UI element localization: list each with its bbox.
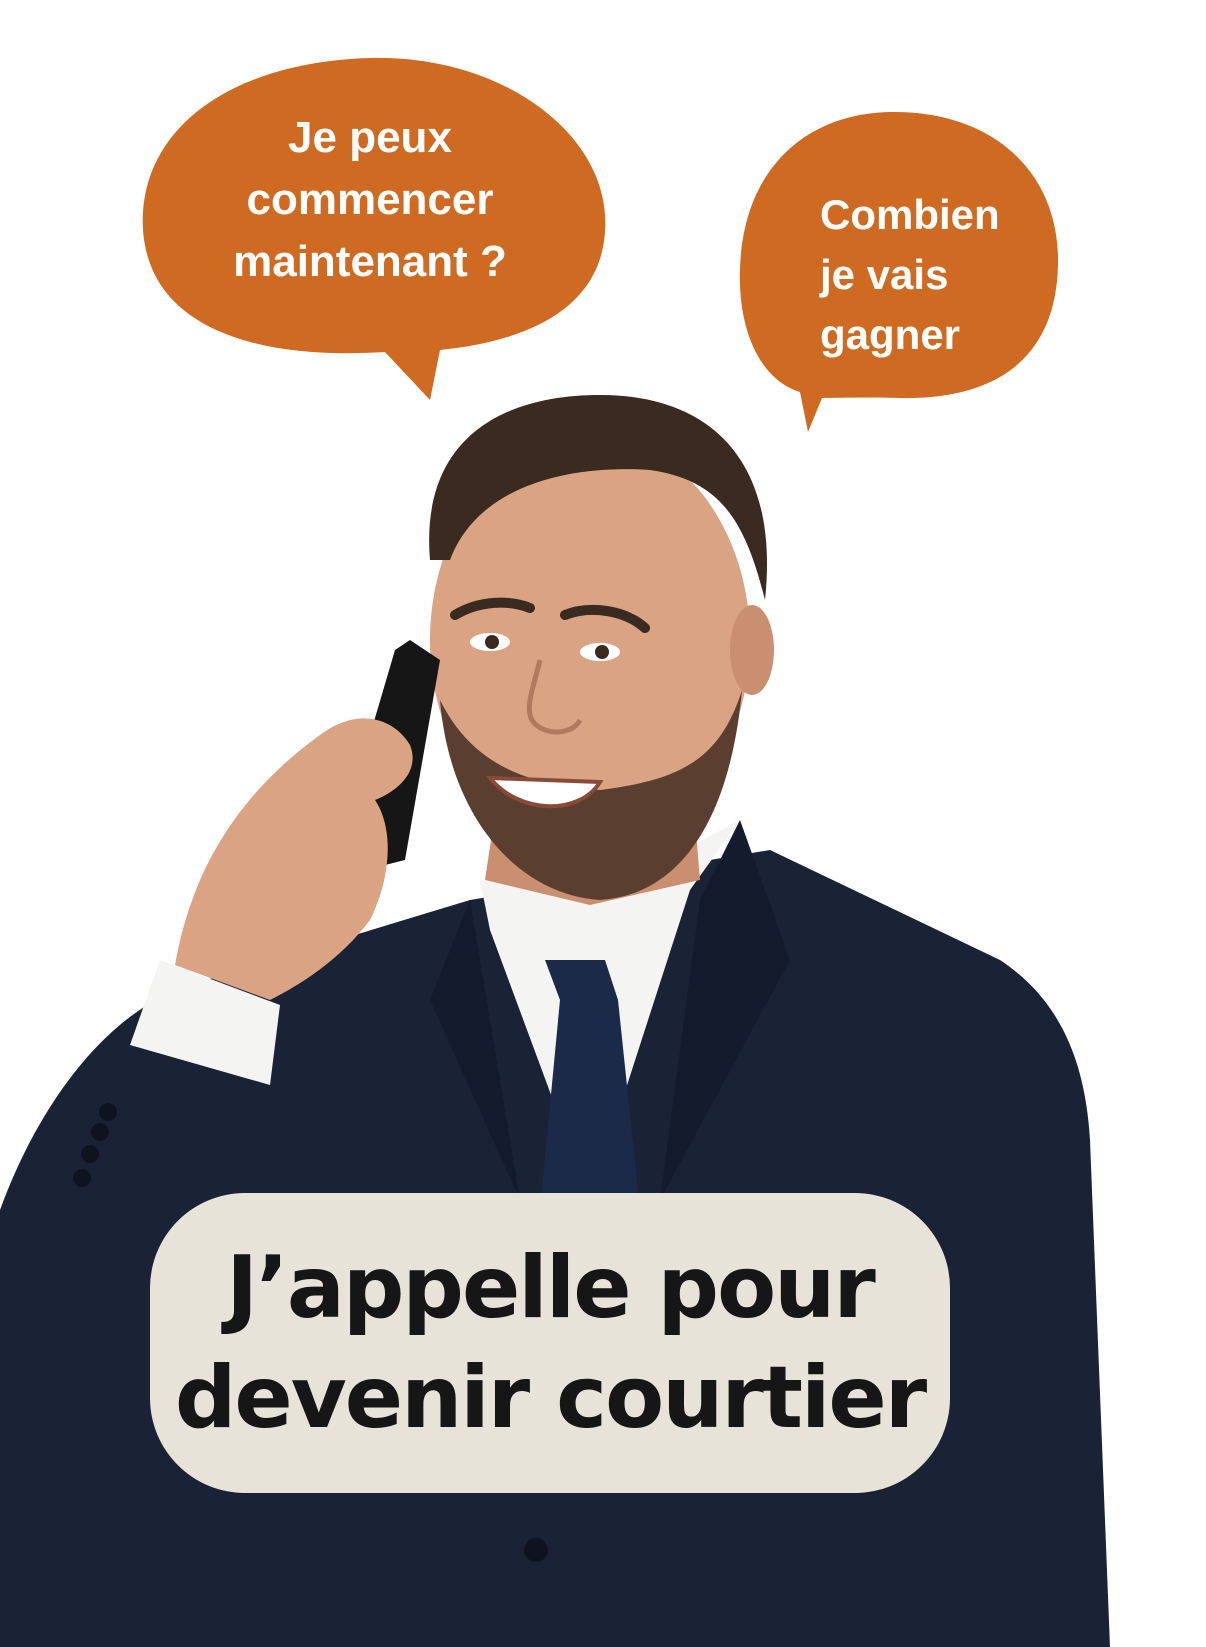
sleeve-button [81,1145,99,1163]
caption-text: J’appelle pour devenir courtier [174,1238,927,1448]
pupil-right [595,645,609,659]
speech-bubble-right-text: Combien je vais gagner [820,191,1000,358]
pupil-left [485,635,499,649]
sleeve-button [91,1123,109,1141]
ear [730,605,774,695]
jacket-button [524,1538,548,1562]
caption-banner: J’appelle pour devenir courtier [150,1193,950,1493]
speech-bubble-left-text: Je peux commencer maintenant ? [233,113,507,286]
speech-bubble-right: Combien je vais gagner [745,165,1045,385]
sleeve-button [99,1103,117,1121]
speech-bubble-left: Je peux commencer maintenant ? [150,80,590,320]
sleeve-button [73,1169,91,1187]
